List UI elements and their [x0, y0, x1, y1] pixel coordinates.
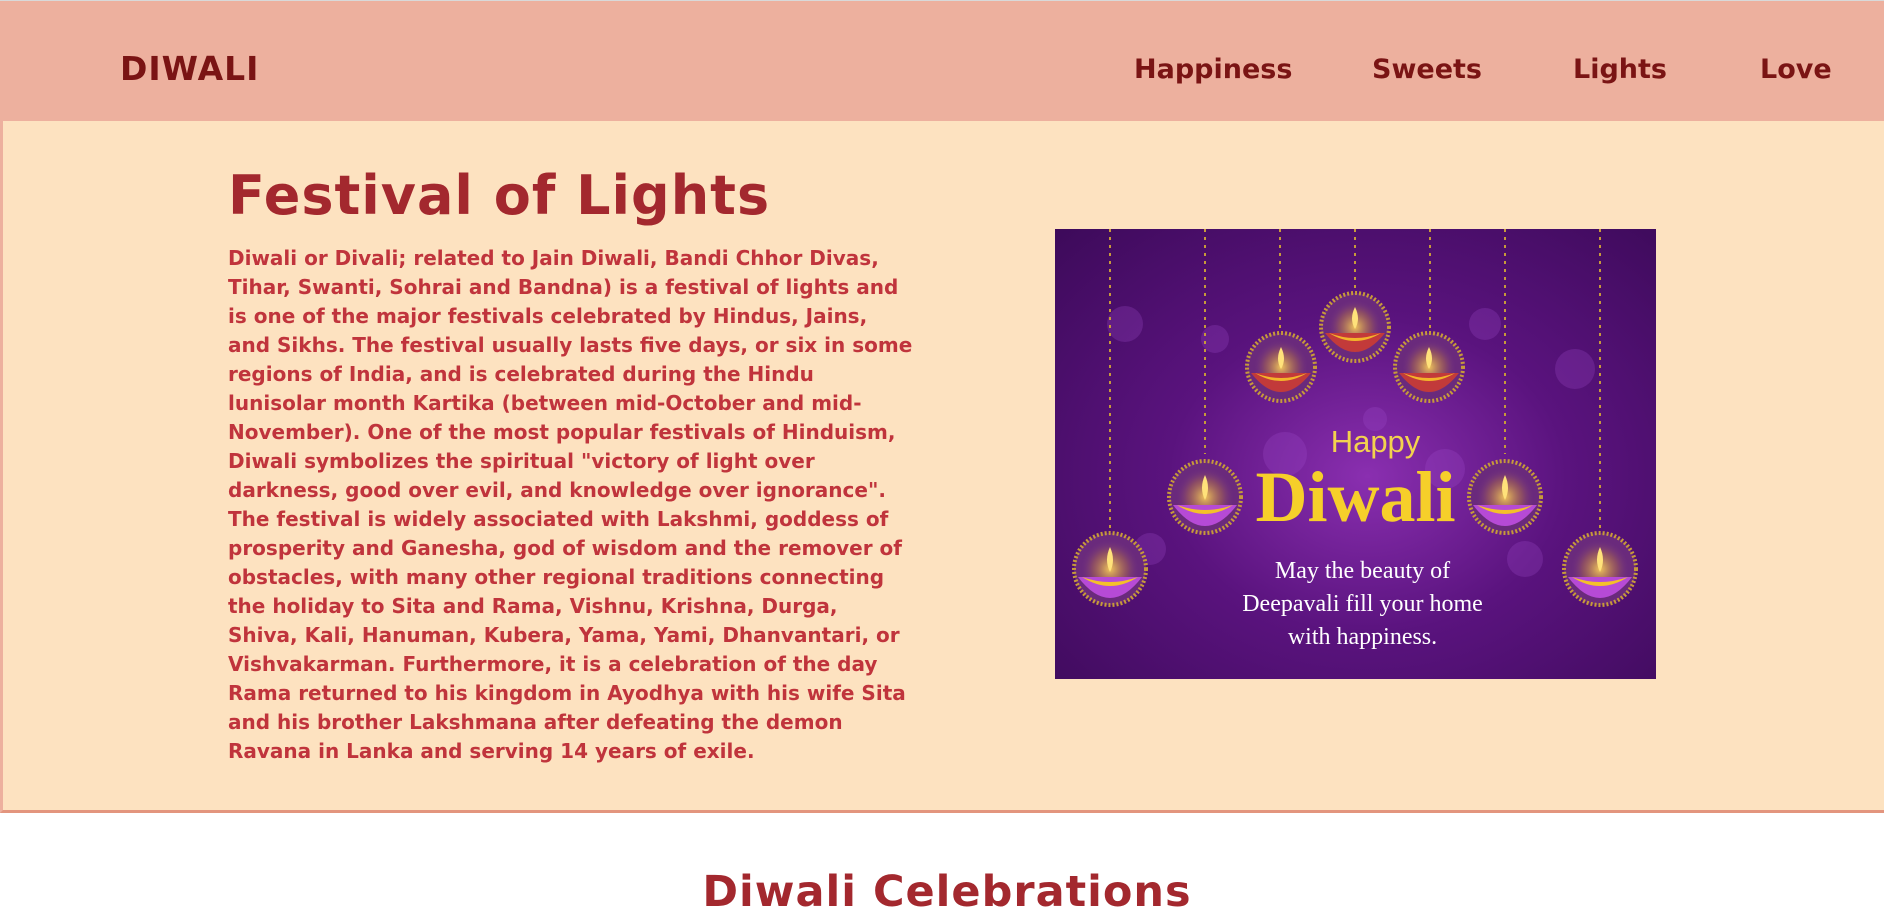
card-diwali-text: Diwali — [1255, 457, 1456, 537]
top-navbar: DIWALI Happiness Sweets Lights Love — [0, 0, 1884, 121]
hero-paragraph: Diwali or Divali; related to Jain Diwali… — [228, 246, 913, 763]
nav-link-sweets[interactable]: Sweets — [1372, 51, 1482, 89]
nav-link-happiness[interactable]: Happiness — [1134, 51, 1292, 89]
card-happy-text: Happy — [1330, 424, 1421, 459]
nav-link-lights[interactable]: Lights — [1573, 51, 1667, 89]
hero-section: Festival of Lights Diwali or Divali; rel… — [0, 121, 1884, 813]
card-message-text: May the beauty of Deepavali fill your ho… — [1242, 558, 1483, 650]
site-logo[interactable]: DIWALI — [120, 45, 259, 93]
hero-title: Festival of Lights — [228, 164, 771, 227]
diwali-greeting-image: Happy Diwali May the beauty of Deepavali… — [1055, 229, 1656, 679]
nav-link-love[interactable]: Love — [1760, 51, 1832, 89]
